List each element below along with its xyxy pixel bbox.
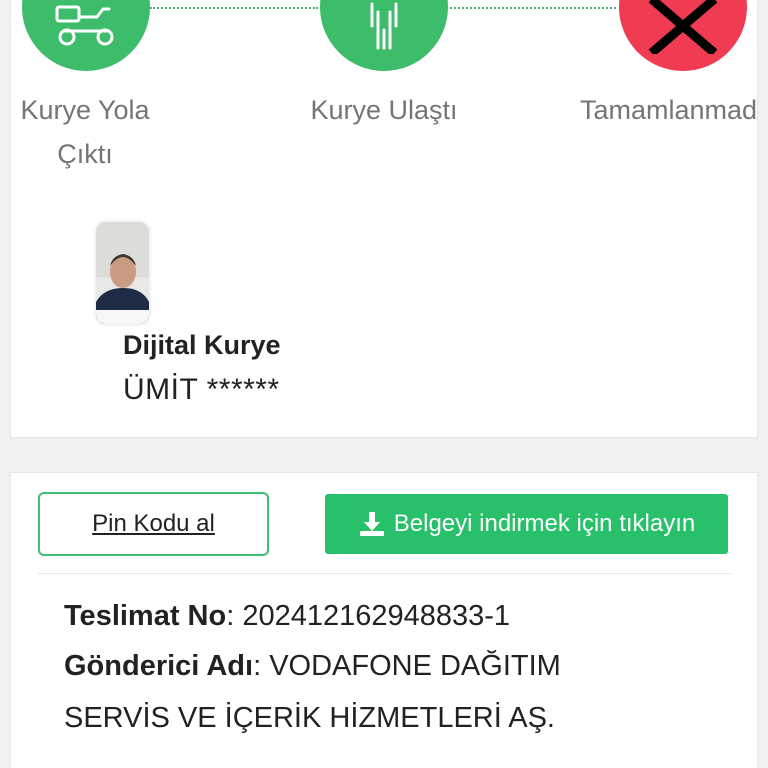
courier-name: ÜMİT ******	[123, 373, 280, 406]
get-pin-code-button[interactable]: Pin Kodu al	[38, 492, 269, 556]
step-connector-2	[450, 7, 616, 9]
divider	[38, 573, 731, 574]
step-label-courier-arrived: Kurye Ulaştı	[310, 95, 458, 125]
courier-title: Dijital Kurye	[123, 330, 281, 360]
courier-photo	[96, 222, 149, 324]
delivery-number-row: Teslimat No: 202412162948833-1	[64, 600, 511, 632]
download-icon	[359, 512, 384, 536]
scooter-icon	[55, 5, 114, 46]
step-connector-1	[150, 7, 318, 9]
download-document-label: Belgeyi indirmek için tıklayın	[393, 510, 696, 537]
sender-name-label: Gönderici Adı	[64, 650, 254, 682]
close-icon	[648, 0, 718, 54]
sender-name-value-line2: SERVİS VE İÇERİK HİZMETLERİ AŞ.	[64, 702, 555, 734]
person-icon	[370, 2, 398, 50]
delivery-number-value: 202412162948833-1	[242, 600, 511, 632]
delivery-number-label: Teslimat No	[64, 600, 227, 632]
download-document-button[interactable]: Belgeyi indirmek için tıklayın	[325, 494, 728, 554]
step-label-courier-departed: Kurye Yola Çıktı	[20, 95, 150, 169]
sender-name-row: Gönderici Adı: VODAFONE DAĞITIM	[64, 650, 561, 682]
sender-name-value-line1: VODAFONE DAĞITIM	[269, 650, 561, 682]
step-label-not-completed: Tamamlanmad	[580, 95, 758, 125]
